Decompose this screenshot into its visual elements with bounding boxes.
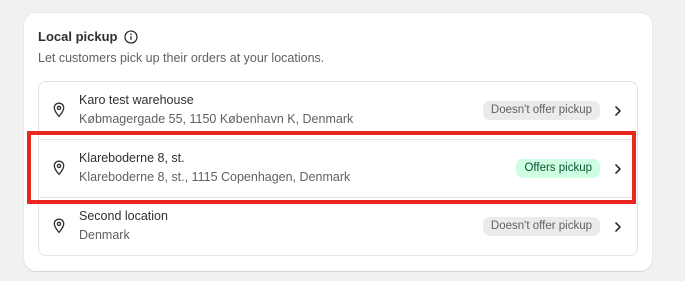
location-address: Købmagergade 55, 1150 København K, Denma… <box>79 112 354 126</box>
location-name: Second location <box>79 209 168 223</box>
location-name: Karo test warehouse <box>79 93 194 107</box>
card-title: Local pickup <box>38 29 118 44</box>
location-row-karo-test-warehouse[interactable]: Karo test warehouse Købmagergade 55, 115… <box>39 82 637 140</box>
chevron-right-icon <box>613 220 623 232</box>
pickup-status-badge: Doesn't offer pickup <box>482 217 600 236</box>
pickup-status-badge: Doesn't offer pickup <box>482 101 600 120</box>
location-address: Denmark <box>79 228 130 242</box>
location-list: Karo test warehouse Købmagergade 55, 115… <box>38 81 638 256</box>
location-pin-icon <box>52 160 66 176</box>
location-pin-icon <box>52 102 66 118</box>
info-icon[interactable] <box>124 29 139 44</box>
location-row-klareboderne[interactable]: Klareboderne 8, st. Klareboderne 8, st.,… <box>39 140 637 198</box>
location-address: Klareboderne 8, st., 1115 Copenhagen, De… <box>79 170 351 184</box>
location-row-second-location[interactable]: Second location Denmark Doesn't offer pi… <box>39 198 637 256</box>
local-pickup-card: Local pickup Let customers pick up their… <box>24 13 652 271</box>
location-name: Klareboderne 8, st. <box>79 151 185 165</box>
location-pin-icon <box>52 218 66 234</box>
chevron-right-icon <box>613 162 623 174</box>
chevron-right-icon <box>613 104 623 116</box>
card-header: Local pickup <box>38 29 139 44</box>
card-subtitle: Let customers pick up their orders at yo… <box>38 51 325 65</box>
pickup-status-badge: Offers pickup <box>516 159 600 178</box>
